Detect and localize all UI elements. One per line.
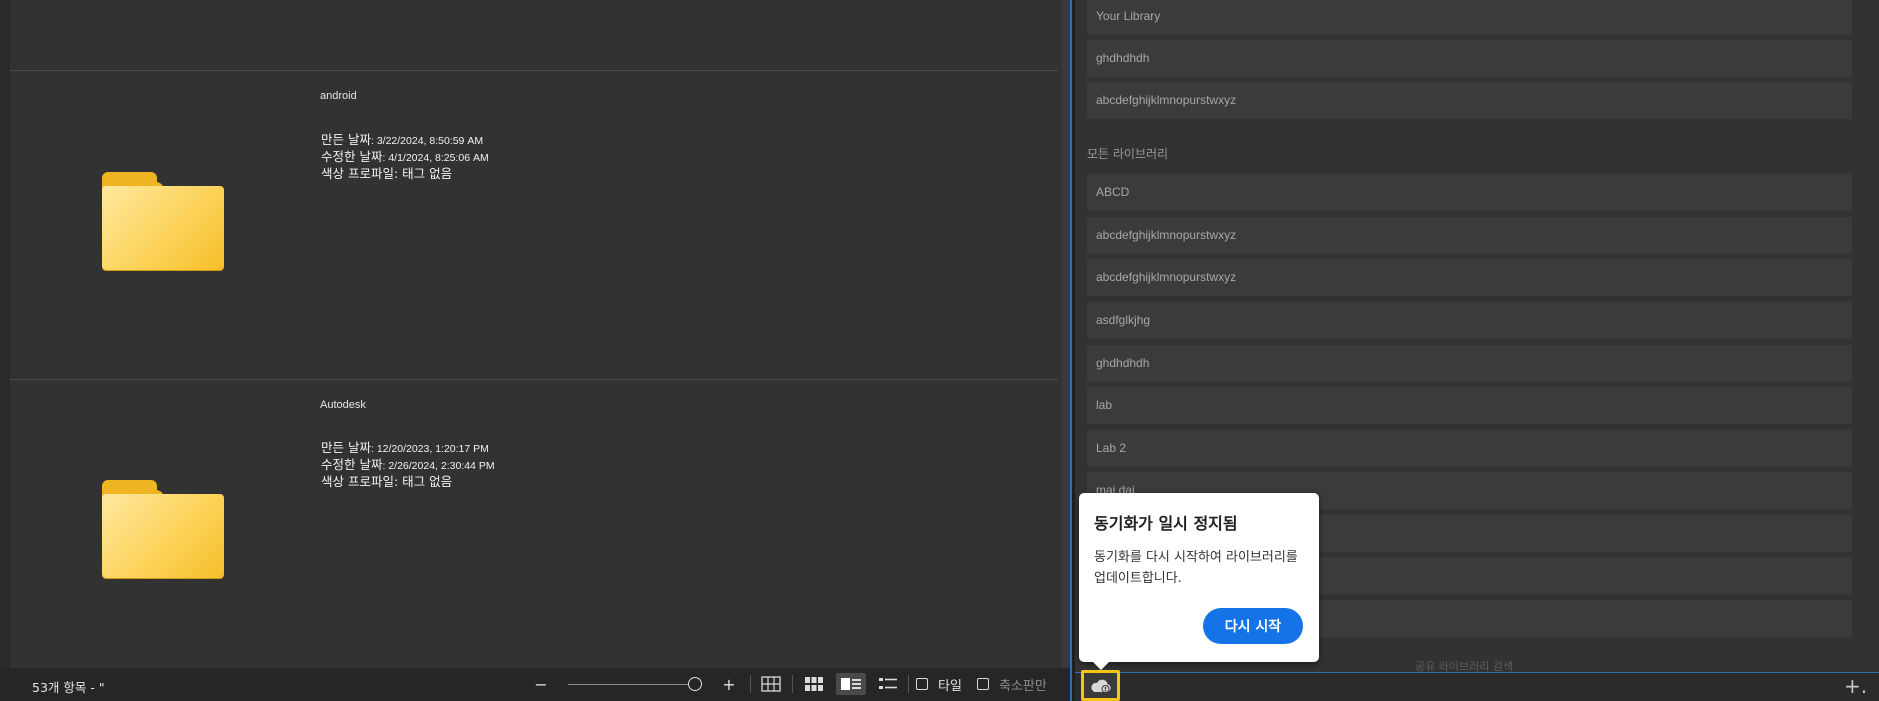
sync-paused-popover: 동기화가 일시 정지됨 동기화를 다시 시작하여 라이브러리를 업데이트합니다.…	[1079, 493, 1319, 662]
resume-sync-button[interactable]: 다시 시작	[1203, 608, 1303, 644]
cloud-sync-icon	[1090, 679, 1111, 693]
folder-icon[interactable]	[102, 172, 226, 272]
library-item[interactable]: ghdhdhdh	[1087, 40, 1852, 77]
created-value: : 3/22/2024, 8:50:59 AM	[370, 135, 484, 147]
row-separator	[10, 379, 1058, 380]
modified-value: : 2/26/2024, 2:30:44 PM	[382, 460, 495, 472]
zoom-in-button[interactable]: +	[720, 674, 738, 694]
library-item[interactable]: asdfglkjhg	[1087, 302, 1852, 339]
thumbnail-only-label: 축소판만	[999, 679, 1047, 694]
library-footer	[1075, 672, 1879, 701]
created-label: 만든 날짜	[321, 132, 371, 147]
modified-label: 수정한 날짜	[321, 149, 383, 164]
library-item[interactable]: lab	[1087, 387, 1852, 424]
created-value: : 12/20/2023, 1:20:17 PM	[370, 443, 489, 455]
tile-label: 타일	[938, 679, 962, 694]
grid-view-icon[interactable]	[760, 674, 782, 694]
folder-icon[interactable]	[102, 480, 226, 580]
tile-checkbox[interactable]	[916, 678, 928, 690]
add-library-button[interactable]: +.	[1844, 674, 1867, 698]
list-view-icon[interactable]	[877, 674, 899, 694]
zoom-slider-track[interactable]	[568, 684, 688, 685]
item-metadata: 만든 날짜: 3/22/2024, 8:50:59 AM 수정한 날짜: 4/1…	[321, 132, 489, 182]
popover-title: 동기화가 일시 정지됨	[1094, 514, 1238, 533]
item-name: Autodesk	[320, 399, 366, 411]
library-item[interactable]: Your Library	[1087, 0, 1852, 35]
thumbnail-only-checkbox[interactable]	[977, 678, 989, 690]
library-item[interactable]: Lab 2	[1087, 430, 1852, 467]
section-label-all-libraries: 모든 라이브러리	[1087, 147, 1169, 161]
details-view-icon[interactable]	[840, 674, 862, 694]
divider	[750, 675, 751, 693]
library-item[interactable]: abcdefghijklmnopurstwxyz	[1087, 82, 1852, 119]
library-item[interactable]: ghdhdhdh	[1087, 345, 1852, 382]
divider	[908, 675, 909, 693]
library-item[interactable]: ABCD	[1087, 174, 1852, 211]
divider	[792, 675, 793, 693]
content-pane: android 만든 날짜: 3/22/2024, 8:50:59 AM 수정한…	[0, 0, 1071, 668]
library-item[interactable]: abcdefghijklmnopurstwxyz	[1087, 217, 1852, 254]
created-label: 만든 날짜	[321, 440, 371, 455]
app-window: android 만든 날짜: 3/22/2024, 8:50:59 AM 수정한…	[0, 0, 1879, 701]
color-profile-value: : 태그 없음	[393, 474, 453, 489]
modified-label: 수정한 날짜	[321, 457, 383, 472]
item-metadata: 만든 날짜: 12/20/2023, 1:20:17 PM 수정한 날짜: 2/…	[321, 440, 495, 490]
modified-value: : 4/1/2024, 8:25:06 AM	[382, 152, 489, 164]
zoom-slider-handle[interactable]	[688, 677, 702, 691]
item-name: android	[320, 90, 357, 102]
color-profile-label: 색상 프로파일	[321, 166, 394, 181]
row-separator	[10, 70, 1058, 71]
status-bar: 53개 항목 - " − + 타일 축소판만	[0, 668, 1070, 701]
zoom-out-button[interactable]: −	[532, 674, 550, 694]
item-count: 53개 항목 - "	[32, 680, 105, 695]
popover-message: 동기화를 다시 시작하여 라이브러리를 업데이트합니다.	[1094, 550, 1298, 586]
pane-edge	[0, 0, 10, 668]
color-profile-label: 색상 프로파일	[321, 474, 394, 489]
popover-arrow	[1092, 661, 1110, 670]
color-profile-value: : 태그 없음	[393, 166, 453, 181]
library-item[interactable]: abcdefghijklmnopurstwxyz	[1087, 259, 1852, 296]
sync-paused-button[interactable]	[1081, 670, 1120, 701]
thumbnail-view-icon[interactable]	[804, 674, 824, 694]
